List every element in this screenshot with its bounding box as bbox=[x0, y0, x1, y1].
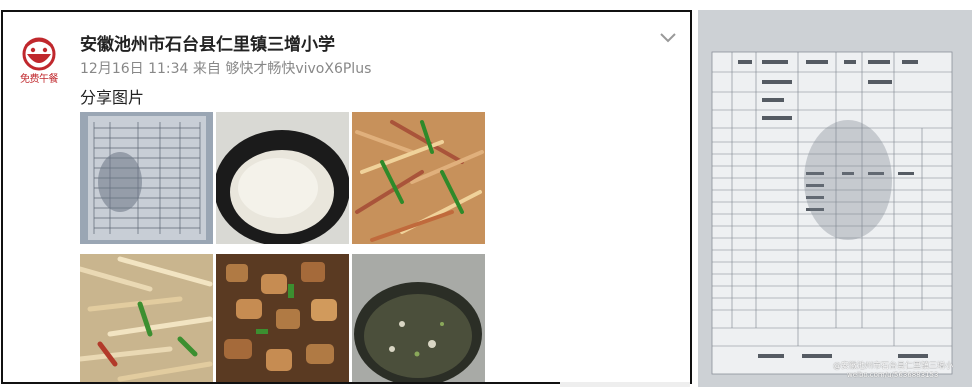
image-grid bbox=[80, 112, 486, 382]
thumbnail-shredded-tofu-dish[interactable] bbox=[80, 254, 213, 382]
thumbnail-stir-fried-potato-strips[interactable] bbox=[352, 112, 485, 244]
meal-record-sheet-photo[interactable] bbox=[698, 10, 972, 387]
thumbnail-braised-meat-dish[interactable] bbox=[216, 254, 349, 382]
thumbnail-steamed-rice-pot[interactable] bbox=[216, 112, 349, 244]
thumbnail-meal-record-sheet[interactable] bbox=[80, 112, 213, 244]
source-device[interactable]: 够快才畅快vivoX6Plus bbox=[225, 61, 371, 77]
thumbnail-soup-pot[interactable] bbox=[352, 254, 485, 382]
source-prefix: 来自 bbox=[192, 61, 221, 77]
weibo-post-card: 免费午餐 安徽池州市石台县仁里镇三增小学 12月16日 11:34 来自 够快才… bbox=[1, 10, 692, 384]
post-text: 分享图片 bbox=[80, 88, 145, 107]
post-meta: 12月16日 11:34 来自 够快才畅快vivoX6Plus bbox=[80, 58, 371, 78]
chevron-down-icon[interactable] bbox=[658, 28, 678, 48]
bottom-strip bbox=[560, 382, 690, 387]
photo-watermark: @安徽池州市石台县仁里镇三增小 bbox=[833, 361, 953, 370]
photo-watermark-url: weibo.com/u/5636883153 bbox=[847, 371, 939, 379]
avatar-label: 免费午餐 bbox=[20, 74, 59, 85]
account-name[interactable]: 安徽池州市石台县仁里镇三增小学 bbox=[80, 30, 335, 55]
post-timestamp[interactable]: 12月16日 11:34 bbox=[80, 61, 188, 77]
